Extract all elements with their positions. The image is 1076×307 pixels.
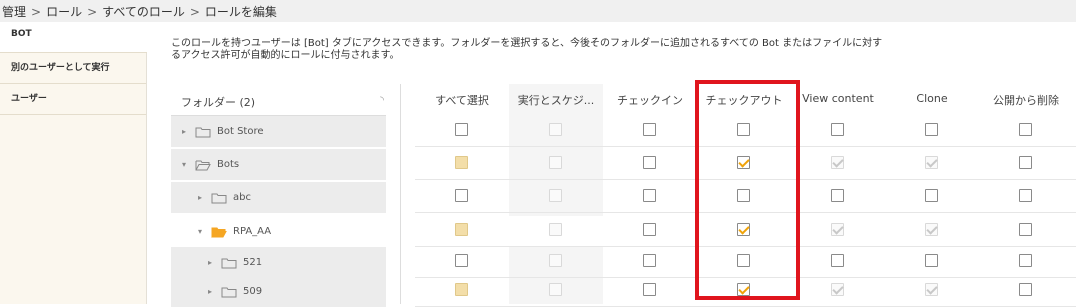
folder-open-icon [195, 160, 211, 170]
permission-checkbox [831, 156, 844, 169]
breadcrumb-separator: > [87, 5, 98, 19]
folder-icon [195, 127, 211, 137]
permission-checkbox[interactable] [455, 283, 468, 296]
permission-checkbox [549, 283, 562, 296]
permission-checkbox[interactable] [925, 189, 938, 202]
permission-checkbox [549, 254, 562, 267]
highlight-box [695, 80, 800, 300]
folder-row[interactable]: ▸ 521 [171, 247, 386, 278]
permission-checkbox[interactable] [1019, 223, 1032, 236]
permission-checkbox[interactable] [643, 156, 656, 169]
permission-checkbox[interactable] [1019, 283, 1032, 296]
folder-row[interactable]: ▸ Bot Store [171, 116, 386, 147]
folder-icon [221, 287, 237, 297]
folder-name: RPA_AA [233, 226, 272, 237]
permission-checkbox[interactable] [831, 123, 844, 136]
nav-item-bot[interactable]: BOT [0, 22, 147, 53]
permission-checkbox[interactable] [643, 123, 656, 136]
column-header: チェックイン [617, 94, 683, 107]
divider [400, 84, 401, 304]
permission-checkbox [549, 223, 562, 236]
caret-right-icon[interactable]: ▸ [179, 127, 189, 136]
folder-name: Bot Store [217, 126, 264, 137]
caret-down-icon[interactable]: ▾ [179, 160, 189, 169]
permission-checkbox[interactable] [643, 189, 656, 202]
permission-checkbox[interactable] [1019, 254, 1032, 267]
folder-name: 509 [243, 286, 263, 297]
nav-item-users[interactable]: ユーザー [0, 84, 146, 115]
permission-checkbox[interactable] [643, 223, 656, 236]
permission-checkbox[interactable] [1019, 123, 1032, 136]
column-header: Clone [916, 92, 948, 105]
caret-down-icon[interactable]: ▾ [195, 227, 205, 236]
folder-row[interactable]: ▾ Bots [171, 149, 386, 180]
permission-checkbox[interactable] [925, 254, 938, 267]
permission-checkbox[interactable] [1019, 156, 1032, 169]
permission-checkbox[interactable] [831, 254, 844, 267]
selection-pointer [385, 220, 397, 244]
permission-checkbox [925, 156, 938, 169]
permission-checkbox[interactable] [643, 283, 656, 296]
caret-right-icon[interactable]: ▸ [205, 287, 215, 296]
permission-checkbox[interactable] [1019, 189, 1032, 202]
permission-checkbox[interactable] [455, 156, 468, 169]
column-header: 実行とスケジ... [517, 94, 595, 107]
permission-checkbox [549, 156, 562, 169]
permission-checkbox[interactable] [455, 223, 468, 236]
folder-icon [211, 193, 227, 203]
permission-checkbox [549, 189, 562, 202]
folder-header: フォルダー (2) ◝ [171, 84, 386, 116]
folder-count-label: フォルダー (2) [181, 96, 256, 109]
folder-panel: フォルダー (2) ◝ ▸ Bot Store ▾ Bots ▸ abc ▾ RPA_AA ▸ 5… [171, 84, 386, 307]
caret-right-icon[interactable]: ▸ [205, 258, 215, 267]
column-header: View content [802, 92, 874, 105]
permission-checkbox[interactable] [455, 123, 468, 136]
folder-name: 521 [243, 257, 263, 268]
folder-row[interactable]: ▸ abc [171, 182, 386, 213]
breadcrumb-item[interactable]: ロール [46, 5, 82, 19]
folder-name: Bots [217, 159, 240, 170]
permission-checkbox [831, 283, 844, 296]
folder-icon [221, 258, 237, 268]
permission-checkbox [831, 223, 844, 236]
permission-checkbox [925, 283, 938, 296]
breadcrumb: 管理 > ロール > すべてのロール > ロールを編集 [0, 0, 1076, 22]
caret-right-icon[interactable]: ▸ [195, 193, 205, 202]
folder-open-icon [211, 227, 227, 237]
permission-checkbox[interactable] [455, 189, 468, 202]
permission-checkbox[interactable] [925, 123, 938, 136]
breadcrumb-item[interactable]: すべてのロール [102, 5, 185, 19]
column-header[interactable]: すべて選択 [415, 84, 509, 116]
folder-row[interactable]: ▸ 509 [171, 276, 386, 307]
permission-checkbox[interactable] [643, 254, 656, 267]
spinner-icon: ◝ [380, 95, 384, 106]
left-nav: BOT 別のユーザーとして実行 ユーザー [0, 22, 147, 304]
folder-row[interactable]: ▾ RPA_AA [171, 216, 386, 247]
folder-name: abc [233, 192, 251, 203]
column-header: 公開から削除 [993, 94, 1059, 107]
permission-checkbox[interactable] [831, 189, 844, 202]
permission-checkbox [925, 223, 938, 236]
breadcrumb-separator: > [189, 5, 200, 19]
permission-checkbox[interactable] [455, 254, 468, 267]
description-text: このロールを持つユーザーは [Bot] タブにアクセスできます。フォルダーを選択… [171, 38, 883, 61]
breadcrumb-separator: > [31, 5, 42, 19]
breadcrumb-item[interactable]: 管理 [2, 5, 26, 19]
permission-checkbox [549, 123, 562, 136]
breadcrumb-current: ロールを編集 [204, 5, 277, 19]
nav-item-run-as[interactable]: 別のユーザーとして実行 [0, 53, 146, 84]
